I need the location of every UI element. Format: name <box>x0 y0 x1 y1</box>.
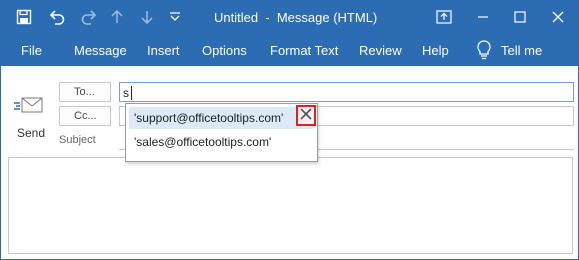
autocomplete-list: 'support@officetooltips.com' 'sales@offi… <box>125 103 318 162</box>
remove-suggestion-button[interactable] <box>296 105 316 126</box>
ribbon-tabs: File Message Insert Options Format Text … <box>1 34 578 66</box>
ribbon-display-icon[interactable] <box>433 6 455 28</box>
tab-review[interactable]: Review <box>359 43 402 58</box>
tab-message[interactable]: Message <box>74 43 127 58</box>
to-button[interactable]: To... <box>59 82 111 102</box>
undo-icon[interactable] <box>48 8 66 26</box>
to-field[interactable]: s <box>119 82 574 102</box>
text-caret <box>131 86 132 100</box>
tab-options[interactable]: Options <box>202 43 247 58</box>
autocomplete-item[interactable]: 'support@officetooltips.com' <box>129 107 314 129</box>
window-title: Untitled - Message (HTML) <box>214 10 378 25</box>
lightbulb-icon[interactable] <box>476 39 492 61</box>
close-x-icon <box>300 108 312 123</box>
redo-icon[interactable] <box>80 8 98 26</box>
title-bar: Untitled - Message (HTML) <box>1 1 578 34</box>
close-icon[interactable] <box>547 6 569 28</box>
tab-help[interactable]: Help <box>422 43 449 58</box>
minimize-icon[interactable] <box>472 6 494 28</box>
compose-area: Send To... s Cc... Subject <box>1 66 578 259</box>
customize-icon[interactable] <box>166 8 184 26</box>
tab-format-text[interactable]: Format Text <box>270 43 338 58</box>
send-button[interactable]: Send <box>9 94 49 146</box>
send-envelope-icon <box>13 94 45 118</box>
to-field-value: s <box>123 86 129 100</box>
tab-insert[interactable]: Insert <box>147 43 180 58</box>
outlook-message-window: Untitled - Message (HTML) File Message I… <box>0 0 579 260</box>
maximize-icon[interactable] <box>509 6 531 28</box>
autocomplete-item[interactable]: 'sales@officetooltips.com' <box>129 131 314 153</box>
subject-label: Subject <box>59 134 96 146</box>
cc-button[interactable]: Cc... <box>59 106 111 126</box>
message-body[interactable] <box>8 157 573 254</box>
save-icon[interactable] <box>15 8 33 26</box>
up-arrow-icon[interactable] <box>108 8 126 26</box>
send-label: Send <box>17 126 46 140</box>
tab-file[interactable]: File <box>21 43 42 58</box>
down-arrow-icon[interactable] <box>138 8 156 26</box>
tell-me-search[interactable]: Tell me <box>501 43 542 58</box>
